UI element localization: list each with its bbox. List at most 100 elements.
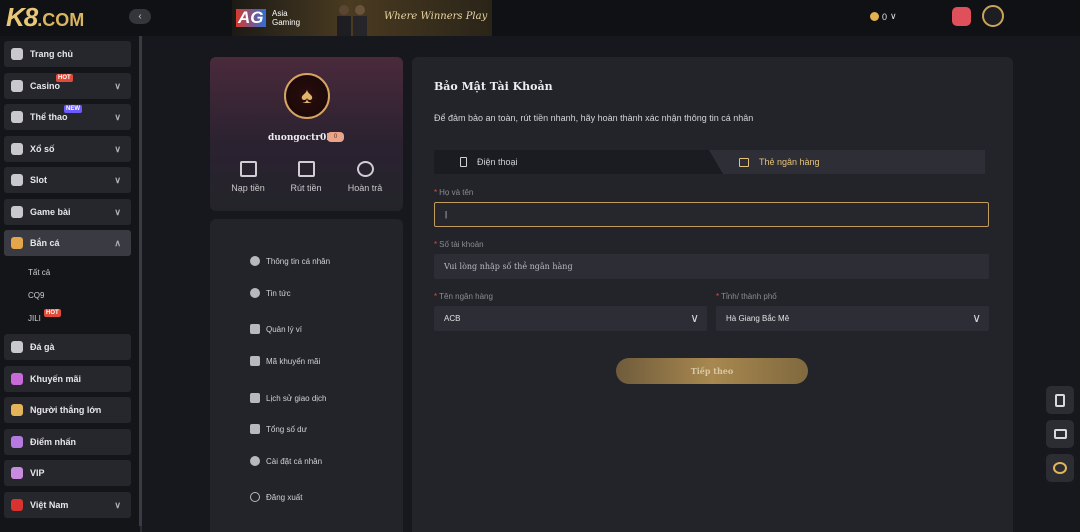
sidebar-item-slot[interactable]: Slot ∨: [4, 167, 131, 193]
sidebar-item-vip[interactable]: VIP: [4, 460, 131, 486]
province-label: * Tỉnh/ thành phố: [716, 292, 777, 301]
account-number-input[interactable]: Vui lòng nhập số thẻ ngân hàng: [434, 254, 989, 279]
menu-item-news[interactable]: Tin tức: [250, 288, 291, 298]
sidebar-item-lottery[interactable]: Xổ số ∨: [4, 136, 131, 162]
menu-item-settings[interactable]: Cài đặt cá nhân: [250, 456, 322, 466]
label-text: Tỉnh/ thành phố: [721, 292, 777, 301]
tab-label: Thẻ ngân hàng: [759, 157, 820, 167]
menu-item-label: Cài đặt cá nhân: [266, 456, 323, 466]
province-select[interactable]: Hà Giang Bắc Mê ∨: [716, 306, 989, 331]
menu-item-label: Quản lý ví: [266, 324, 303, 334]
support-button[interactable]: [1046, 454, 1074, 482]
chevron-down-icon: ∨: [890, 11, 897, 21]
logout-icon: [250, 492, 260, 502]
vietnam-flag-icon: [11, 499, 23, 511]
rebate-icon: [356, 161, 374, 177]
hot-badge: HOT: [44, 309, 61, 317]
sidebar-item-fishing[interactable]: Bắn cá ∧: [4, 230, 131, 256]
mobile-app-button[interactable]: [1046, 386, 1074, 414]
sidebar-item-label: Thể thao: [30, 112, 68, 122]
menu-item-label: Mã khuyến mãi: [266, 356, 321, 366]
next-button[interactable]: Tiếp theo: [616, 358, 808, 384]
chevron-down-icon[interactable]: ∨: [114, 144, 121, 155]
menu-item-wallet[interactable]: Quản lý ví: [250, 324, 302, 334]
fish-icon: [11, 237, 23, 249]
chevron-down-icon[interactable]: ∨: [114, 175, 121, 186]
gear-icon: [250, 456, 260, 466]
chevron-down-icon[interactable]: ∨: [114, 81, 121, 92]
ag-banner[interactable]: AG Asia Gaming Where Winners Play: [232, 0, 492, 36]
slot-icon: [11, 174, 23, 186]
deposit-label: Nạp tiền: [231, 183, 265, 193]
sidebar-item-label: Bắn cá: [30, 238, 60, 248]
rebate-button[interactable]: Hoàn trả: [339, 161, 391, 193]
soccer-ball-icon: [11, 111, 23, 123]
sidebar-item-label: Slot: [30, 175, 47, 185]
sidebar-item-casino[interactable]: Casino HOT ∨: [4, 73, 131, 99]
withdraw-button[interactable]: Rút tiền: [280, 161, 332, 193]
phone-icon: [1055, 393, 1065, 407]
balance-value: 0: [882, 11, 888, 22]
chevron-down-icon[interactable]: ∨: [114, 207, 121, 218]
tab-bank-card[interactable]: Thẻ ngân hàng: [709, 150, 985, 174]
chevron-down-icon[interactable]: ∨: [114, 112, 121, 123]
gift-icon[interactable]: [952, 7, 971, 26]
diamond-icon: [11, 436, 23, 448]
page-description: Để đảm bảo an toàn, rút tiền nhanh, hãy …: [434, 113, 754, 123]
sidebar-item-cockfight[interactable]: Đá gà: [4, 334, 131, 360]
menu-item-personal-info[interactable]: Thông tin cá nhân: [250, 256, 330, 266]
site-logo[interactable]: K8.COM: [6, 2, 84, 33]
deposit-icon: [239, 161, 257, 177]
sidebar-item-label: Casino: [30, 81, 61, 91]
user-icon: [250, 256, 260, 266]
hot-badge: HOT: [56, 74, 73, 82]
menu-item-transaction-history[interactable]: Lịch sử giao dịch: [250, 393, 327, 403]
menu-item-label: Tin tức: [266, 288, 291, 298]
sub-item-all[interactable]: Tất cả: [28, 268, 50, 277]
balance-display[interactable]: 0 ∨: [870, 11, 897, 22]
withdraw-label: Rút tiền: [290, 183, 322, 193]
sidebar: Trang chủ Casino HOT ∨ Thể thao NEW ∨ Xổ số ∨…: [0, 36, 142, 532]
ag-subtitle: Asia Gaming: [272, 9, 301, 27]
headset-icon: [1053, 462, 1067, 474]
sub-item-cq9[interactable]: CQ9: [28, 291, 44, 300]
sidebar-item-big-winners[interactable]: Người thắng lớn: [4, 397, 131, 423]
ticket-icon: [250, 356, 260, 366]
sidebar-item-home[interactable]: Trang chủ: [4, 41, 131, 67]
sidebar-collapse-button[interactable]: ‹: [129, 9, 151, 24]
menu-item-logout[interactable]: Đăng xuất: [250, 492, 302, 502]
rebate-label: Hoàn trả: [347, 183, 383, 193]
language-selector[interactable]: Việt Nam ∨: [4, 492, 131, 518]
sidebar-item-promotions[interactable]: Khuyến mãi: [4, 366, 131, 392]
chevron-down-icon[interactable]: ∨: [114, 500, 121, 511]
crown-icon: [11, 467, 23, 479]
rooster-icon: [11, 341, 23, 353]
full-name-label: * Họ và tên: [434, 188, 473, 197]
spade-avatar-icon[interactable]: ♠: [284, 73, 330, 119]
sidebar-item-sports[interactable]: Thể thao NEW ∨: [4, 104, 131, 130]
menu-item-label: Thông tin cá nhân: [266, 256, 331, 266]
menu-item-total-balance[interactable]: Tổng số dư: [250, 424, 307, 434]
briefcase-button[interactable]: [1046, 420, 1074, 448]
user-avatar[interactable]: [982, 5, 1004, 27]
new-badge: NEW: [64, 105, 82, 113]
required-marker: *: [434, 292, 438, 301]
label-text: Số tài khoản: [439, 240, 484, 249]
full-name-input[interactable]: |: [434, 202, 989, 227]
menu-item-label: Tổng số dư: [266, 424, 307, 434]
vip-level-badge: 0: [327, 132, 344, 142]
account-menu: Thông tin cá nhân Tin tức Quản lý ví Mã …: [210, 219, 403, 532]
menu-item-promo-code[interactable]: Mã khuyến mãi: [250, 356, 320, 366]
sub-item-jili[interactable]: JILI: [28, 314, 41, 323]
wallet-icon: [250, 324, 260, 334]
chevron-down-icon: ∨: [972, 311, 981, 325]
sidebar-scrollbar[interactable]: [139, 36, 142, 526]
sidebar-item-card-games[interactable]: Game bài ∨: [4, 199, 131, 225]
sidebar-item-label: Xổ số: [30, 144, 55, 154]
deposit-button[interactable]: Nạp tiền: [222, 161, 274, 193]
sidebar-item-highlights[interactable]: Điểm nhấn: [4, 429, 131, 455]
chevron-up-icon[interactable]: ∧: [114, 238, 121, 249]
bank-name-select[interactable]: ACB ∨: [434, 306, 707, 331]
coin-icon: [870, 12, 879, 21]
tab-phone[interactable]: Điện thoại: [460, 150, 518, 174]
